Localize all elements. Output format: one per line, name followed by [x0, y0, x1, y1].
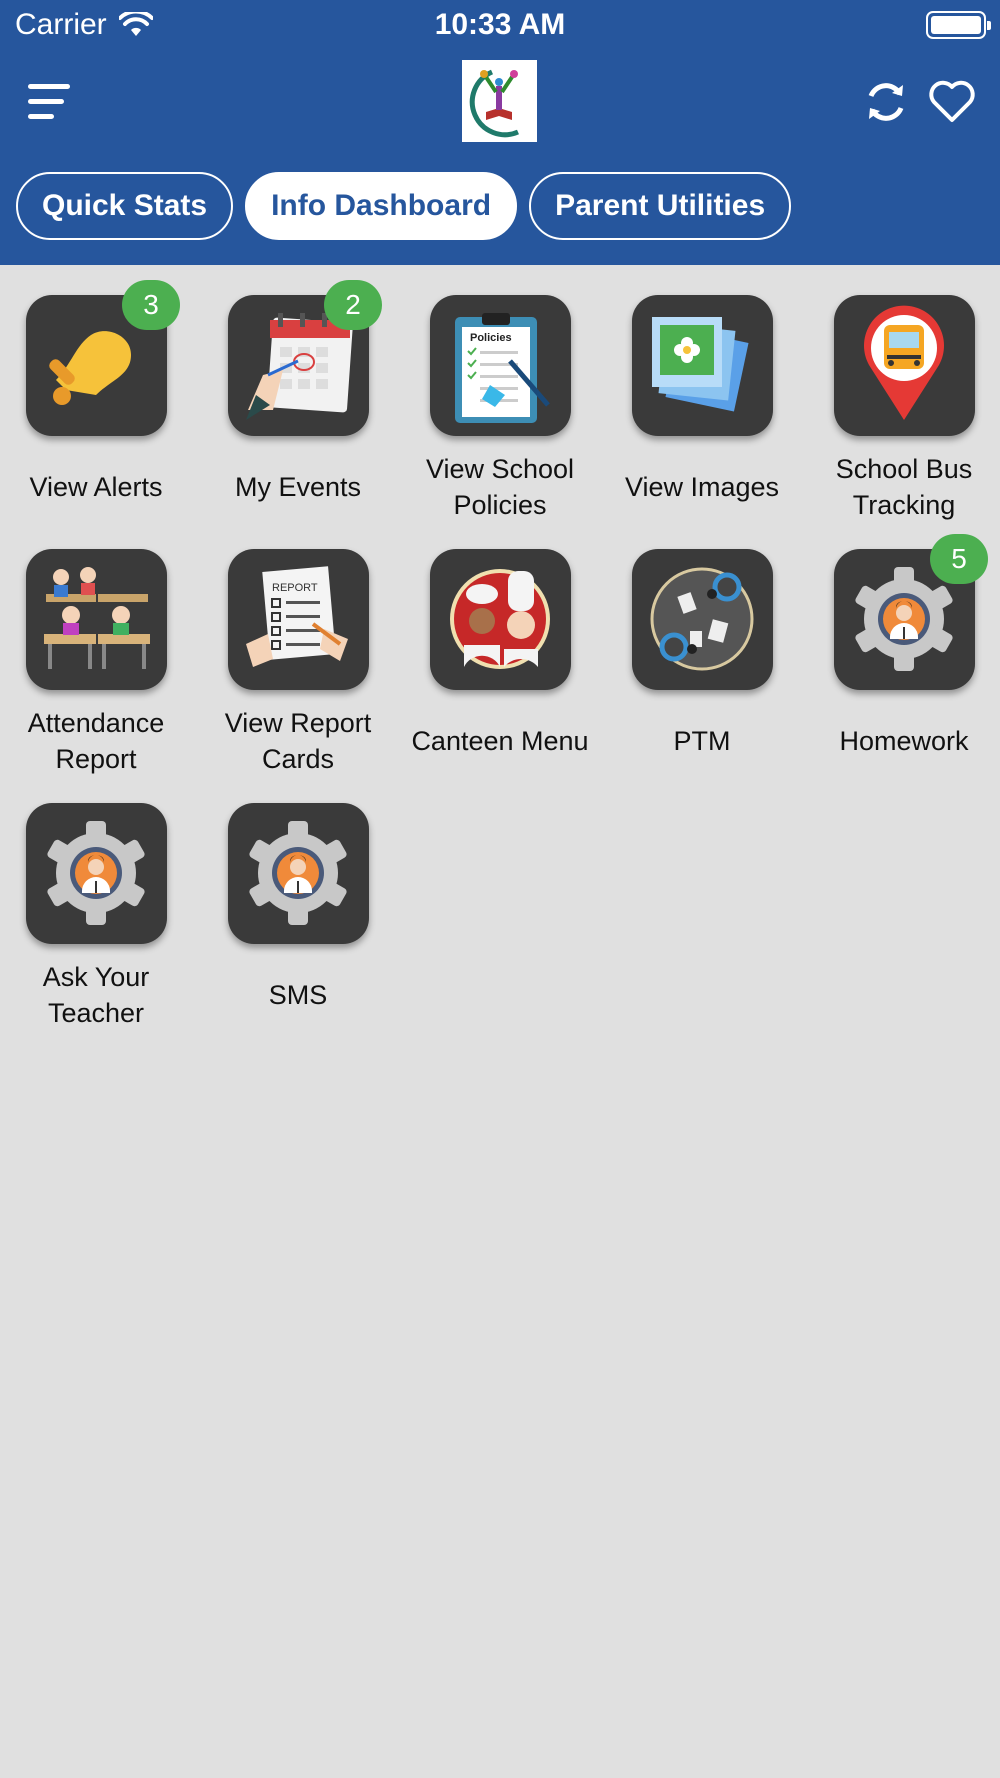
gear-person-icon	[228, 803, 369, 944]
tab-info-dashboard[interactable]: Info Dashboard	[245, 172, 518, 240]
tile-label: School Bus Tracking	[835, 454, 973, 520]
events-badge: 2	[324, 280, 382, 330]
tile-label: View Images	[624, 472, 780, 502]
battery-icon	[926, 11, 991, 39]
tile-view-images[interactable]: View Images	[606, 295, 808, 525]
school-logo-icon	[462, 60, 537, 142]
tile-attendance-report[interactable]: Attendance Report	[0, 549, 202, 779]
tile-label: Attendance Report	[27, 708, 165, 774]
app-header: Carrier 10:33 AM Quick Stats Info Dashbo…	[0, 0, 1000, 265]
tile-ptm[interactable]: PTM	[606, 549, 808, 779]
svg-text:REPORT: REPORT	[272, 582, 318, 594]
tile-label: View Report Cards	[224, 708, 372, 774]
hamburger-menu-icon[interactable]	[28, 82, 74, 122]
tile-sms[interactable]: SMS	[202, 803, 404, 1033]
gear-person-icon	[26, 803, 167, 944]
chefs-icon	[430, 549, 571, 690]
tile-view-report-cards[interactable]: REPORT View Report Cards	[202, 549, 404, 779]
alerts-badge: 3	[122, 280, 180, 330]
classroom-students-icon	[26, 549, 167, 690]
status-time: 10:33 AM	[434, 8, 566, 41]
bus-location-pin-icon	[834, 295, 975, 436]
tile-label: Canteen Menu	[411, 726, 589, 756]
svg-text:Policies: Policies	[470, 332, 512, 344]
tab-parent-utilities[interactable]: Parent Utilities	[529, 172, 792, 240]
tile-label: SMS	[268, 980, 328, 1010]
tile-view-school-policies[interactable]: Policies View School Policies	[404, 295, 606, 525]
tab-quick-stats[interactable]: Quick Stats	[16, 172, 234, 240]
tile-my-events[interactable]: 2 My Events	[202, 280, 404, 525]
meeting-table-icon	[632, 549, 773, 690]
tab-bar: Quick Stats Info Dashboard Parent Utilit…	[16, 172, 792, 240]
report-card-icon: REPORT	[228, 549, 369, 690]
tile-homework[interactable]: 5 Homework	[808, 534, 1000, 779]
sync-icon[interactable]	[862, 78, 910, 126]
tile-ask-your-teacher[interactable]: Ask Your Teacher	[0, 803, 202, 1033]
tile-canteen-menu[interactable]: Canteen Menu	[404, 549, 606, 779]
tile-label: View School Policies	[425, 454, 575, 520]
homework-badge: 5	[930, 534, 988, 584]
tile-label: Ask Your Teacher	[42, 962, 150, 1028]
tile-label: View Alerts	[29, 472, 163, 502]
tile-label: My Events	[234, 472, 362, 502]
status-bar: Carrier 10:33 AM	[0, 0, 1000, 50]
tile-label: PTM	[673, 726, 731, 756]
tile-school-bus-tracking[interactable]: School Bus Tracking	[808, 295, 1000, 525]
tile-label: Homework	[839, 726, 969, 756]
photos-icon	[632, 295, 773, 436]
heart-icon[interactable]	[928, 78, 976, 124]
policies-clipboard-icon: Policies	[430, 295, 571, 436]
tile-view-alerts[interactable]: 3 View Alerts	[0, 280, 202, 525]
